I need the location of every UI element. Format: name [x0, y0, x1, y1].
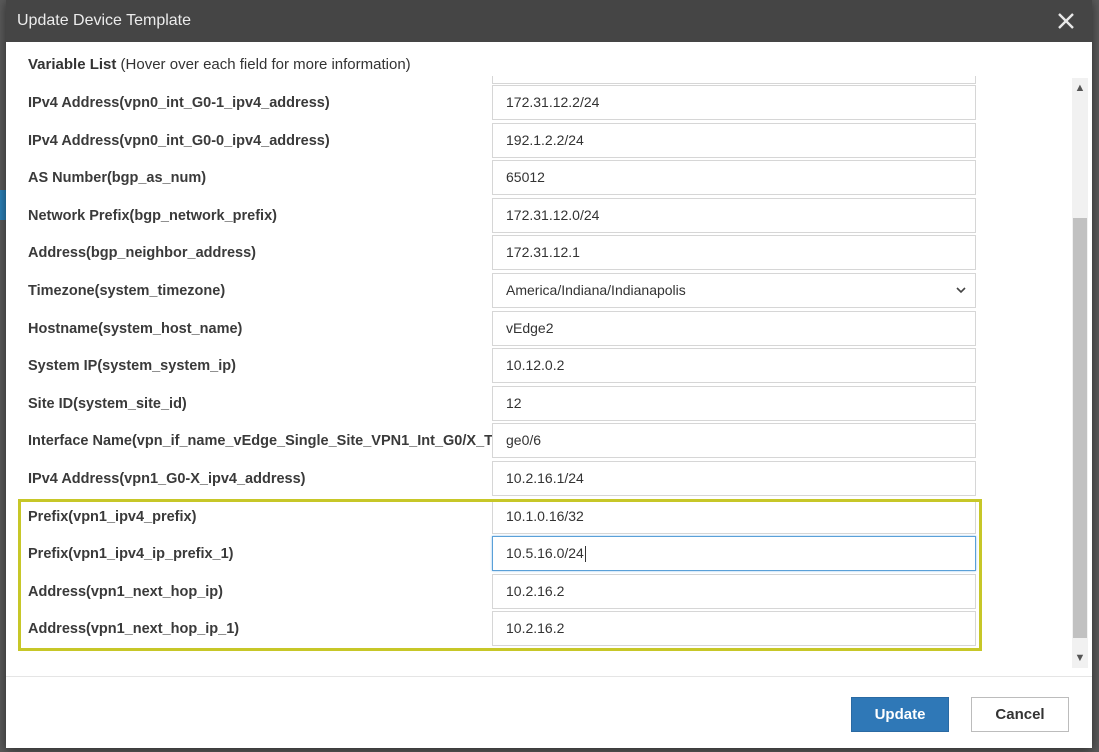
scroll-thumb[interactable]	[1073, 218, 1087, 638]
variable-row: Address(vpn1_next_hop_ip) 10.2.16.2	[6, 573, 1066, 611]
field-value: 10.1.0.16/32	[506, 507, 584, 524]
variable-label: Prefix(vpn1_ipv4_prefix)	[28, 508, 197, 525]
field-value: 10.2.16.2	[506, 582, 565, 599]
field-value: 10.2.16.1/24	[506, 470, 584, 486]
variable-input[interactable]: 65012	[492, 160, 976, 196]
variable-row: Prefix(vpn1_ipv4_ip_prefix_1) 10.5.16.0/2…	[6, 536, 1066, 573]
variable-row: Timezone(system_timezone) America/Indiana…	[6, 273, 1066, 310]
cancel-button[interactable]: Cancel	[971, 697, 1069, 732]
scroll-up-icon[interactable]: ▲	[1072, 80, 1088, 96]
modal-header: Update Device Template	[6, 0, 1092, 42]
variable-label: Network Prefix(bgp_network_prefix)	[28, 207, 277, 224]
field-value: 65012	[506, 169, 545, 186]
field-value: ge0/6	[506, 432, 542, 449]
partial-field-above[interactable]	[492, 76, 976, 84]
field-value: 172.31.12.1	[506, 244, 580, 261]
variable-input[interactable]: 172.31.12.1	[492, 235, 976, 271]
field-value: 10.12.0.2	[506, 357, 565, 374]
scrollbar[interactable]: ▲ ▼	[1072, 78, 1088, 668]
variable-label: AS Number(bgp_as_num)	[28, 170, 207, 187]
variable-row: IPv4 Address(vpn1_G0-X_ipv4_address) 10.2…	[6, 461, 1066, 498]
variable-input[interactable]: 10.2.16.1/24	[492, 461, 976, 496]
modal-body: Variable List (Hover over each field for…	[6, 42, 1092, 674]
variable-row: IPv4 Address(vpn0_int_G0-0_ipv4_address)…	[6, 122, 1066, 160]
variable-input[interactable]: 10.2.16.2	[492, 573, 976, 609]
variable-row: AS Number(bgp_as_num) 65012	[6, 160, 1066, 197]
variable-label: Address(vpn1_next_hop_ip)	[28, 583, 223, 600]
variable-label: Address(vpn1_next_hop_ip_1)	[28, 621, 240, 638]
variable-label: Site ID(system_site_id)	[28, 395, 187, 412]
field-value: vEdge2	[506, 319, 554, 336]
variable-row: Address(bgp_neighbor_address) 172.31.12.1	[6, 235, 1066, 272]
variable-input[interactable]: 10.1.0.16/32	[492, 498, 976, 534]
variable-input[interactable]: 10.12.0.2	[492, 348, 976, 384]
variable-input[interactable]: 192.1.2.2/24	[492, 122, 976, 158]
variable-input[interactable]: 12	[492, 385, 976, 421]
scroll-down-icon[interactable]: ▼	[1072, 650, 1088, 666]
field-value: America/Indiana/Indianapolis	[506, 282, 686, 298]
variable-label: Address(bgp_neighbor_address)	[28, 245, 257, 262]
field-value: 172.31.12.2/24	[506, 94, 600, 110]
variable-list-hint: (Hover over each field for more informat…	[120, 56, 411, 73]
variable-input[interactable]: 172.31.12.0/24	[492, 197, 976, 233]
variable-label: System IP(system_system_ip)	[28, 358, 236, 375]
variable-label: IPv4 Address(vpn0_int_G0-1_ipv4_address)	[28, 95, 330, 111]
variable-input[interactable]: 172.31.12.2/24	[492, 85, 976, 120]
variable-row: Address(vpn1_next_hop_ip_1) 10.2.16.2	[6, 611, 1066, 648]
modal-title: Update Device Template	[17, 12, 192, 29]
variable-row: Network Prefix(bgp_network_prefix) 172.31…	[6, 197, 1066, 235]
field-value: 10.5.16.0/24	[506, 545, 584, 562]
field-value: 192.1.2.2/24	[506, 131, 584, 148]
variable-input[interactable]: vEdge2	[492, 310, 976, 346]
update-button[interactable]: Update	[851, 697, 949, 732]
text-caret	[584, 546, 586, 563]
variable-label: IPv4 Address(vpn1_G0-X_ipv4_address)	[28, 471, 306, 487]
variable-row: Hostname(system_host_name) vEdge2	[6, 310, 1066, 348]
variable-row: IPv4 Address(vpn0_int_G0-1_ipv4_address)…	[6, 85, 1066, 122]
field-value: 12	[506, 394, 522, 411]
close-icon[interactable]	[1052, 7, 1080, 35]
field-value: 10.2.16.2	[506, 620, 565, 637]
variable-list-title: Variable List	[28, 56, 117, 73]
variable-label: IPv4 Address(vpn0_int_G0-0_ipv4_address)	[28, 132, 330, 149]
variable-label: Hostname(system_host_name)	[28, 320, 243, 337]
variable-input[interactable]: 10.2.16.2	[492, 611, 976, 647]
variable-label: Prefix(vpn1_ipv4_ip_prefix_1)	[28, 546, 234, 563]
update-device-template-modal: Update Device Template Variable List (Ho…	[6, 0, 1092, 748]
chevron-down-icon[interactable]	[955, 274, 967, 307]
variable-label: Interface Name(vpn_if_name_vEdge_Single_…	[28, 433, 498, 450]
variable-row: Site ID(system_site_id) 12	[6, 385, 1066, 423]
variable-input[interactable]: ge0/6	[492, 423, 976, 459]
variable-row: Prefix(vpn1_ipv4_prefix) 10.1.0.16/32	[6, 498, 1066, 536]
variable-row: Interface Name(vpn_if_name_vEdge_Single_…	[6, 423, 1066, 460]
variable-label: Timezone(system_timezone)	[28, 283, 226, 299]
modal-footer: Update Cancel	[6, 676, 1092, 748]
variable-input[interactable]: 10.5.16.0/24	[492, 536, 976, 572]
variable-list-heading: Variable List (Hover over each field for…	[28, 56, 411, 73]
timezone-select[interactable]: America/Indiana/Indianapolis	[492, 273, 976, 308]
field-value: 172.31.12.0/24	[506, 206, 600, 223]
variable-row: System IP(system_system_ip) 10.12.0.2	[6, 348, 1066, 385]
